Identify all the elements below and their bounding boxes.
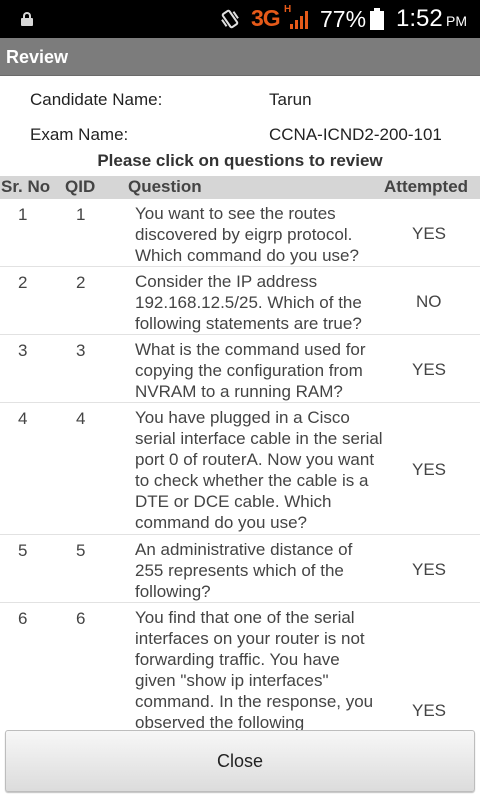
exam-name-value: CCNA-ICND2-200-101 xyxy=(269,125,442,144)
table-header: Sr. No QID Question Attempted xyxy=(0,176,480,199)
row-attempted: YES xyxy=(412,360,447,379)
question-row[interactable]: 3 3 What is the command used for copying… xyxy=(0,335,480,403)
battery-percent: 77% xyxy=(320,6,367,32)
row-sr-no: 1 xyxy=(18,205,28,224)
row-qid: 4 xyxy=(76,409,86,428)
button-bar: Close xyxy=(0,730,480,800)
row-sr-no: 4 xyxy=(18,409,28,428)
row-qid: 6 xyxy=(76,609,86,628)
question-row[interactable]: 1 1 You want to see the routes discovere… xyxy=(0,199,480,267)
page-title: Review xyxy=(6,47,69,67)
candidate-name-label: Candidate Name: xyxy=(30,90,163,109)
row-attempted: YES xyxy=(412,224,447,243)
status-bar: 3G H 77% 1:52 PM xyxy=(0,0,480,38)
clock-ampm: PM xyxy=(446,13,467,29)
network-type: 3G xyxy=(251,5,281,31)
battery-icon xyxy=(370,8,384,30)
question-row[interactable]: 5 5 An administrative distance of 255 re… xyxy=(0,535,480,603)
column-header-sr-no: Sr. No xyxy=(1,177,51,196)
question-list[interactable]: 1 1 You want to see the routes discovere… xyxy=(0,199,480,730)
exam-name-label: Exam Name: xyxy=(30,125,129,144)
row-question: Consider the IP address 192.168.12.5/25.… xyxy=(135,272,362,333)
column-header-attempted: Attempted xyxy=(384,177,469,196)
instruction-text: Please click on questions to review xyxy=(97,151,383,170)
column-header-qid: QID xyxy=(65,177,96,196)
row-attempted: YES xyxy=(412,460,447,479)
row-question: You have plugged in a Cisco serial inter… xyxy=(135,408,383,532)
row-attempted: NO xyxy=(416,292,442,311)
row-attempted: YES xyxy=(412,701,447,720)
question-row[interactable]: 6 6 You find that one of the serial inte… xyxy=(0,603,480,730)
row-qid: 2 xyxy=(76,273,86,292)
column-header-question: Question xyxy=(128,177,202,196)
row-sr-no: 2 xyxy=(18,273,28,292)
candidate-name-value: Tarun xyxy=(269,90,312,109)
row-question: What is the command used for copying the… xyxy=(135,340,366,401)
vibrate-icon xyxy=(221,9,239,29)
row-qid: 1 xyxy=(76,205,86,224)
row-question: An administrative distance of 255 repres… xyxy=(135,540,353,601)
title-bar: Review xyxy=(0,38,480,76)
row-question: You want to see the routes discovered by… xyxy=(135,204,359,265)
question-row[interactable]: 2 2 Consider the IP address 192.168.12.5… xyxy=(0,267,480,335)
signal-icon xyxy=(290,11,308,29)
lock-icon xyxy=(21,12,33,26)
row-attempted: YES xyxy=(412,560,447,579)
row-question: You find that one of the serial interfac… xyxy=(135,608,374,730)
close-button[interactable]: Close xyxy=(5,730,475,792)
row-sr-no: 3 xyxy=(18,341,28,360)
row-qid: 5 xyxy=(76,541,86,560)
row-sr-no: 5 xyxy=(18,541,28,560)
row-qid: 3 xyxy=(76,341,86,360)
question-row[interactable]: 4 4 You have plugged in a Cisco serial i… xyxy=(0,403,480,535)
clock-time: 1:52 xyxy=(396,5,443,32)
row-sr-no: 6 xyxy=(18,609,28,628)
